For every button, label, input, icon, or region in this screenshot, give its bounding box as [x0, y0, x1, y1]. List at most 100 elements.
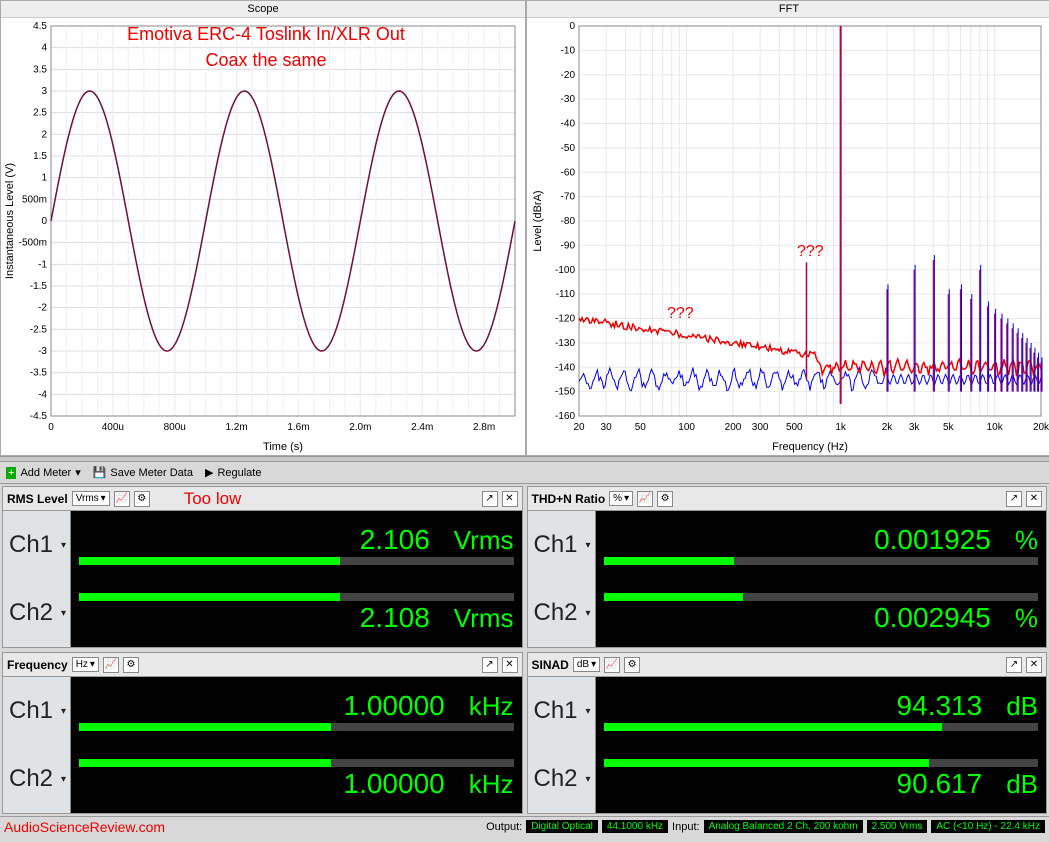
svg-text:-110: -110 — [556, 289, 576, 300]
svg-text:50: 50 — [635, 422, 647, 433]
popout-icon[interactable]: ↗ — [482, 657, 498, 673]
input-bw[interactable]: AC (<10 Hz) - 22.4 kHz — [931, 820, 1045, 833]
freq-unit-select[interactable]: Hz ▾ — [72, 657, 99, 672]
gear-icon[interactable]: ⚙ — [134, 491, 150, 507]
sinad-ch2-unit: dB — [1006, 769, 1038, 800]
svg-text:2: 2 — [41, 129, 47, 140]
svg-text:10k: 10k — [987, 422, 1004, 433]
popout-icon[interactable]: ↗ — [482, 491, 498, 507]
thdn-unit-select[interactable]: % ▾ — [609, 491, 633, 506]
popout-icon[interactable]: ↗ — [1006, 657, 1022, 673]
meter-thdn: THD+N Ratio % ▾ 📈 ⚙ ↗ ✕ Ch1▾ 0.001925% C… — [527, 486, 1048, 648]
svg-text:500: 500 — [786, 422, 803, 433]
svg-text:-4: -4 — [38, 389, 47, 400]
output-rate[interactable]: 44.1000 kHz — [602, 820, 668, 833]
sinad-ch1-unit: dB — [1006, 691, 1038, 722]
save-meter-button[interactable]: 💾Save Meter Data — [93, 466, 193, 479]
svg-text:400u: 400u — [102, 422, 124, 433]
thdn-ch2-label: Ch2▾ — [528, 579, 596, 647]
svg-text:-100: -100 — [555, 265, 575, 276]
thdn-ch1-value: 0.001925 — [874, 524, 991, 556]
svg-text:Time (s): Time (s) — [263, 441, 303, 453]
freq-label: Frequency — [7, 658, 68, 672]
close-icon[interactable]: ✕ — [1026, 657, 1042, 673]
input-range[interactable]: 2.500 Vrms — [867, 820, 928, 833]
svg-text:20: 20 — [573, 422, 585, 433]
scope-panel: Scope Emotiva ERC-4 Toslink In/XLR Out C… — [0, 0, 526, 456]
chevron-down-icon[interactable]: ▾ — [61, 540, 66, 551]
meter-rms: RMS Level Vrms ▾ 📈 ⚙ Too low ↗ ✕ Ch1▾ 2.… — [2, 486, 523, 648]
svg-text:2.5: 2.5 — [33, 108, 47, 119]
svg-text:-90: -90 — [561, 240, 576, 251]
freq-ch1-unit: kHz — [469, 691, 514, 722]
output-type[interactable]: Digital Optical — [526, 820, 598, 833]
add-meter-button[interactable]: +Add Meter ▾ — [6, 466, 81, 479]
popout-icon[interactable]: ↗ — [1006, 491, 1022, 507]
chevron-down-icon[interactable]: ▾ — [585, 608, 590, 619]
gear-icon[interactable]: ⚙ — [123, 657, 139, 673]
meter-sinad: SINAD dB ▾ 📈 ⚙ ↗ ✕ Ch1▾ 94.313dB Ch2▾ 90… — [527, 652, 1048, 814]
graph-icon[interactable]: 📈 — [103, 657, 119, 673]
chevron-down-icon[interactable]: ▾ — [61, 608, 66, 619]
gear-icon[interactable]: ⚙ — [624, 657, 640, 673]
svg-text:1k: 1k — [835, 422, 847, 433]
svg-text:4.5: 4.5 — [33, 21, 47, 32]
close-icon[interactable]: ✕ — [502, 491, 518, 507]
thdn-ch2-value: 0.002945 — [874, 602, 991, 634]
svg-text:3: 3 — [41, 86, 47, 97]
sinad-ch2-bar — [604, 759, 1039, 767]
rms-ch2-bar — [79, 593, 514, 601]
svg-text:2.8m: 2.8m — [473, 422, 495, 433]
close-icon[interactable]: ✕ — [502, 657, 518, 673]
svg-text:800u: 800u — [164, 422, 186, 433]
chevron-down-icon: ▾ — [90, 659, 95, 670]
rms-unit-select[interactable]: Vrms ▾ — [72, 491, 110, 506]
chevron-down-icon[interactable]: ▾ — [585, 540, 590, 551]
svg-text:-2: -2 — [38, 303, 47, 314]
svg-text:-40: -40 — [561, 119, 576, 130]
sinad-ch2-value: 90.617 — [897, 768, 983, 800]
sinad-ch1-label: Ch1▾ — [528, 677, 596, 745]
scope-title: Scope — [1, 1, 525, 18]
thdn-ch1-bar — [604, 557, 1039, 565]
svg-text:100: 100 — [678, 422, 695, 433]
svg-text:200: 200 — [725, 422, 742, 433]
input-type[interactable]: Analog Balanced 2 Ch, 200 kohm — [704, 820, 863, 833]
regulate-button[interactable]: ▶Regulate — [205, 466, 262, 479]
svg-text:-70: -70 — [561, 192, 576, 203]
svg-text:2k: 2k — [882, 422, 894, 433]
graph-icon[interactable]: 📈 — [114, 491, 130, 507]
graph-icon[interactable]: 📈 — [604, 657, 620, 673]
rms-ch2-value: 2.108 — [360, 602, 430, 634]
svg-text:Level (dBrA): Level (dBrA) — [532, 190, 544, 251]
svg-text:-10: -10 — [561, 45, 576, 56]
freq-ch2-unit: kHz — [469, 769, 514, 800]
svg-text:4: 4 — [41, 43, 47, 54]
play-icon: ▶ — [205, 466, 213, 479]
svg-text:2.4m: 2.4m — [411, 422, 433, 433]
chevron-down-icon[interactable]: ▾ — [585, 706, 590, 717]
sinad-ch1-bar — [604, 723, 1039, 731]
svg-text:-30: -30 — [561, 94, 576, 105]
scope-body: Emotiva ERC-4 Toslink In/XLR Out Coax th… — [1, 18, 525, 455]
chevron-down-icon[interactable]: ▾ — [585, 774, 590, 785]
svg-text:500m: 500m — [22, 194, 47, 205]
sinad-unit-select[interactable]: dB ▾ — [573, 657, 600, 672]
graph-icon[interactable]: 📈 — [637, 491, 653, 507]
svg-text:0: 0 — [48, 422, 54, 433]
chevron-down-icon: ▾ — [591, 659, 596, 670]
output-label: Output: — [486, 821, 522, 833]
meter-freq: Frequency Hz ▾ 📈 ⚙ ↗ ✕ Ch1▾ 1.00000kHz C… — [2, 652, 523, 814]
save-icon: 💾 — [93, 466, 107, 479]
sinad-label: SINAD — [532, 658, 569, 672]
rms-ch2-label: Ch2▾ — [3, 579, 71, 647]
chevron-down-icon[interactable]: ▾ — [61, 706, 66, 717]
chevron-down-icon[interactable]: ▾ — [61, 774, 66, 785]
rms-ch1-label: Ch1▾ — [3, 511, 71, 579]
svg-text:-3.5: -3.5 — [30, 368, 48, 379]
gear-icon[interactable]: ⚙ — [657, 491, 673, 507]
close-icon[interactable]: ✕ — [1026, 491, 1042, 507]
svg-text:-4.5: -4.5 — [30, 411, 48, 422]
fft-chart: 0-10-20-30-40-50-60-70-80-90-100-110-120… — [527, 18, 1049, 454]
fft-body: ??? ??? 0-10-20-30-40-50-60-70-80-90-100… — [527, 18, 1049, 455]
